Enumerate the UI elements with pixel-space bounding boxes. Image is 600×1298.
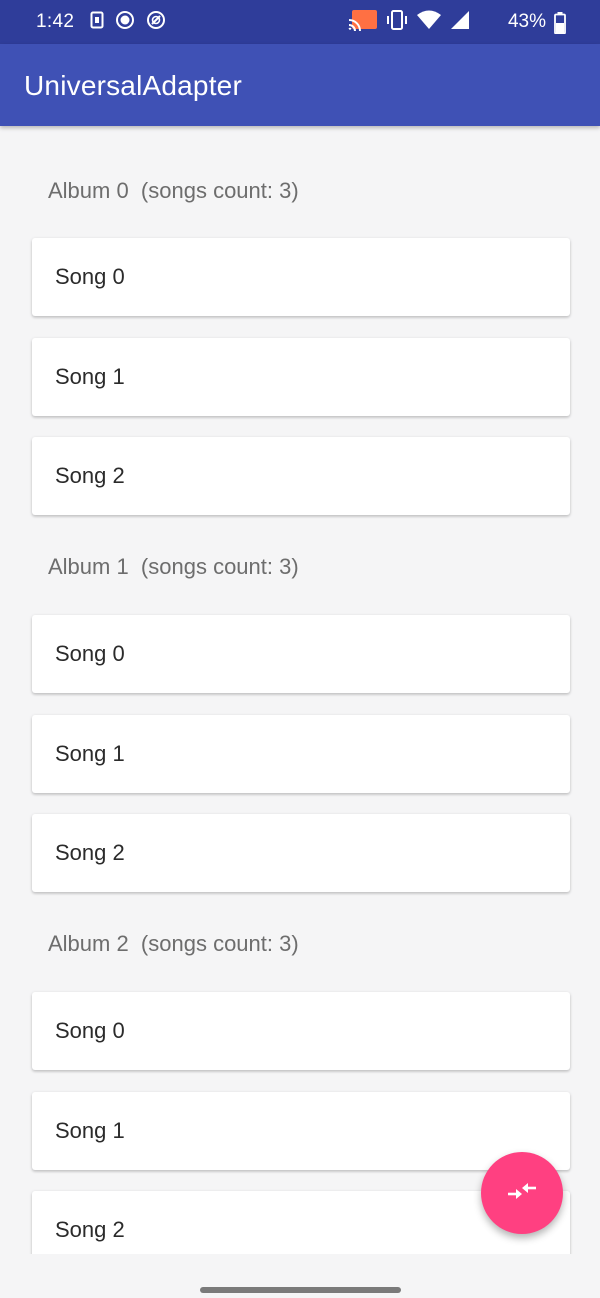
toggle-layout-fab[interactable] <box>481 1152 563 1234</box>
do-not-disturb-icon <box>146 10 166 35</box>
song-label: Song 0 <box>55 264 125 289</box>
song-item[interactable]: Song 1 <box>32 715 570 793</box>
song-item[interactable]: Song 0 <box>32 238 570 316</box>
battery-icon <box>554 12 566 39</box>
song-item[interactable]: Song 2 <box>32 437 570 515</box>
navigation-bar <box>0 1254 600 1298</box>
app-bar: UniversalAdapter <box>0 44 600 126</box>
song-label: Song 0 <box>55 641 125 666</box>
album-header: Album 1 (songs count: 3) <box>48 554 299 579</box>
song-label: Song 1 <box>55 741 125 766</box>
song-label: Song 1 <box>55 1118 125 1143</box>
song-label: Song 2 <box>55 840 125 865</box>
cell-signal-icon <box>450 10 470 35</box>
song-label: Song 2 <box>55 463 125 488</box>
album-header: Album 2 (songs count: 3) <box>48 931 299 956</box>
compress-arrows-icon <box>505 1181 539 1206</box>
song-item[interactable]: Song 1 <box>32 1092 570 1170</box>
status-time: 1:42 <box>36 11 75 32</box>
wifi-icon <box>416 10 442 35</box>
home-indicator[interactable] <box>200 1287 401 1293</box>
album-header: Album 0 (songs count: 3) <box>48 178 299 203</box>
song-label: Song 2 <box>55 1217 125 1242</box>
sim-card-icon <box>90 11 104 34</box>
cast-icon <box>348 9 378 36</box>
record-icon <box>115 10 135 35</box>
song-item[interactable]: Song 1 <box>32 338 570 416</box>
song-label: Song 0 <box>55 1018 125 1043</box>
song-item[interactable]: Song 0 <box>32 992 570 1070</box>
battery-percent: 43% <box>507 11 546 32</box>
song-item[interactable]: Song 0 <box>32 615 570 693</box>
song-label: Song 1 <box>55 364 125 389</box>
app-title: UniversalAdapter <box>24 70 242 101</box>
album-list[interactable]: Album 0 (songs count: 3) Song 0 Song 1 S… <box>0 126 600 1254</box>
status-bar: 1:42 43% <box>0 0 600 44</box>
song-item[interactable]: Song 2 <box>32 814 570 892</box>
vibrate-icon <box>386 9 408 36</box>
